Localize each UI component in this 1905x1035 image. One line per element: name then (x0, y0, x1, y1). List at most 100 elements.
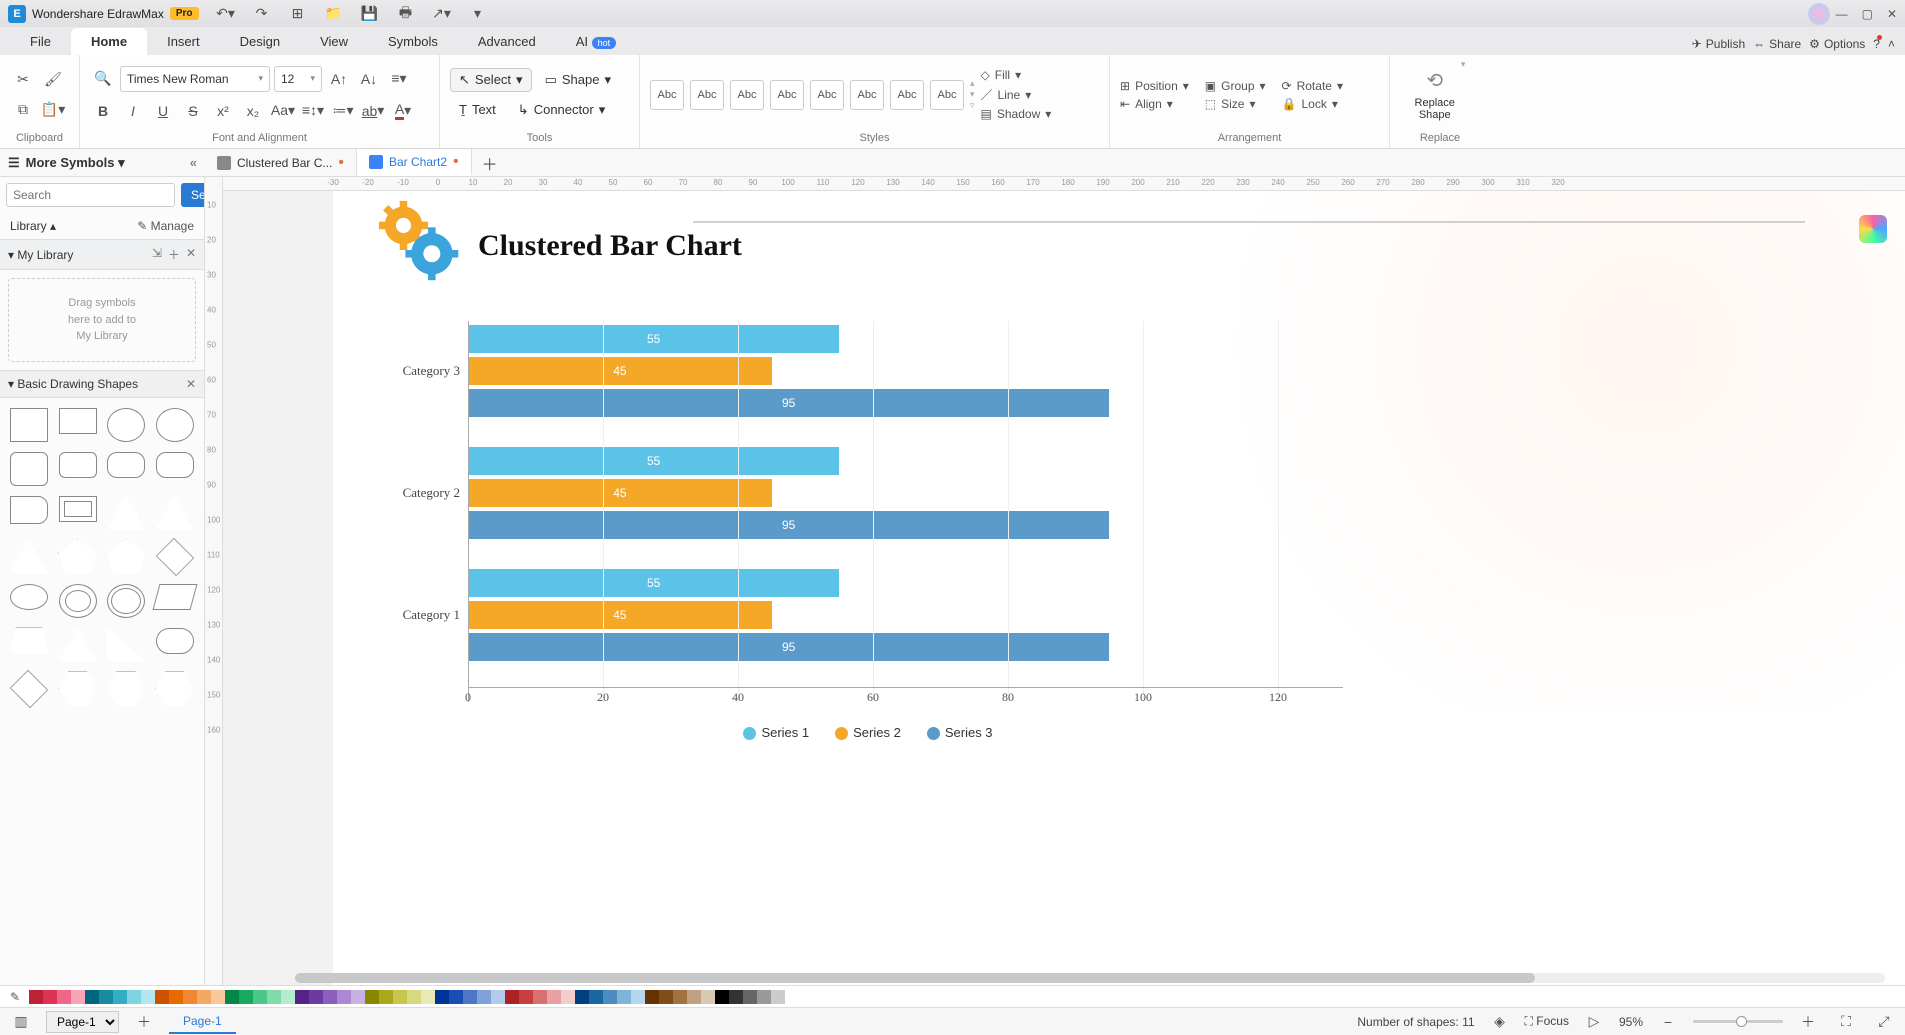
menu-symbols[interactable]: Symbols (368, 28, 458, 55)
palette-swatch[interactable] (57, 990, 71, 1004)
cut-icon[interactable]: ✂ (10, 67, 36, 93)
palette-swatch[interactable] (687, 990, 701, 1004)
palette-swatch[interactable] (617, 990, 631, 1004)
palette-swatch[interactable] (435, 990, 449, 1004)
menu-insert[interactable]: Insert (147, 28, 220, 55)
close-icon[interactable]: ✕ (1887, 7, 1897, 21)
bar-series-3[interactable]: 95 (468, 511, 1109, 539)
shape-half-round[interactable] (10, 496, 48, 524)
options-button[interactable]: ⚙Options (1809, 37, 1865, 51)
palette-swatch[interactable] (183, 990, 197, 1004)
palette-swatch[interactable] (449, 990, 463, 1004)
close-basic-icon[interactable]: ✕ (186, 377, 196, 391)
palette-swatch[interactable] (393, 990, 407, 1004)
bar-series-2[interactable]: 45 (468, 357, 772, 385)
italic-icon[interactable]: I (120, 98, 146, 124)
shape-parallelogram[interactable] (152, 584, 197, 610)
new-icon[interactable]: ⊞ (285, 1, 311, 27)
lock-button[interactable]: 🔒Lock ▾ (1282, 97, 1343, 111)
paste-icon[interactable]: 📋▾ (40, 97, 66, 123)
bar-series-1[interactable]: 55 (468, 569, 839, 597)
palette-swatch[interactable] (141, 990, 155, 1004)
add-page-icon[interactable]: ＋ (131, 1009, 157, 1035)
gallery-up-icon[interactable]: ▴ (970, 78, 975, 89)
doc-tab-1[interactable]: Clustered Bar C...• (205, 149, 357, 176)
rotate-button[interactable]: ⟳Rotate ▾ (1282, 79, 1343, 93)
format-painter-icon[interactable]: 🖌 (40, 67, 66, 93)
palette-swatch[interactable] (309, 990, 323, 1004)
palette-swatch[interactable] (491, 990, 505, 1004)
palette-swatch[interactable] (169, 990, 183, 1004)
shape-tool[interactable]: ▭Shape ▾ (536, 68, 620, 92)
style-preset[interactable]: Abc (850, 80, 884, 110)
bold-icon[interactable]: B (90, 98, 116, 124)
palette-swatch[interactable] (71, 990, 85, 1004)
shape-donut[interactable] (59, 584, 97, 618)
fit-page-icon[interactable]: ⛶ (1833, 1009, 1859, 1035)
shape-circle[interactable] (107, 408, 145, 442)
style-preset[interactable]: Abc (730, 80, 764, 110)
palette-swatch[interactable] (253, 990, 267, 1004)
shape-ellipse[interactable] (10, 584, 48, 610)
palette-swatch[interactable] (463, 990, 477, 1004)
page-view-icon[interactable]: ▥ (8, 1009, 34, 1035)
horizontal-scrollbar[interactable] (295, 973, 1885, 983)
ai-floating-icon[interactable] (1859, 215, 1887, 243)
font-family-select[interactable]: Times New Roman (120, 66, 270, 92)
redo-icon[interactable]: ↷ (249, 1, 275, 27)
menu-design[interactable]: Design (220, 28, 300, 55)
shape-triangle[interactable] (107, 496, 145, 530)
bar-series-3[interactable]: 95 (468, 633, 1109, 661)
shape-diamond[interactable] (155, 537, 193, 575)
shape-rounded-rect-3[interactable] (156, 452, 194, 478)
group-button[interactable]: ▣Group ▾ (1205, 79, 1266, 93)
palette-swatch[interactable] (589, 990, 603, 1004)
import-lib-icon[interactable]: ⇲ (152, 246, 162, 263)
shape-diamond-2[interactable] (10, 669, 48, 707)
shape-donut-2[interactable] (107, 584, 145, 618)
symbol-search-button[interactable]: Search (181, 183, 205, 207)
palette-swatch[interactable] (267, 990, 281, 1004)
copy-icon[interactable]: ⧉ (10, 97, 36, 123)
palette-swatch[interactable] (407, 990, 421, 1004)
style-preset[interactable]: Abc (930, 80, 964, 110)
publish-button[interactable]: ✈Publish (1692, 37, 1745, 51)
qat-more-icon[interactable]: ▾ (465, 1, 491, 27)
basic-shapes-toggle[interactable]: ▾ Basic Drawing Shapes (8, 377, 138, 391)
gallery-down-icon[interactable]: ▾ (970, 89, 975, 100)
library-label[interactable]: Library ▴ (10, 219, 56, 233)
manage-button[interactable]: ✎ Manage (137, 219, 194, 233)
align-button[interactable]: ⇤Align ▾ (1120, 97, 1189, 111)
palette-swatch[interactable] (225, 990, 239, 1004)
line-button[interactable]: ／Line ▾ (981, 86, 1052, 103)
font-size-select[interactable]: 12 (274, 66, 322, 92)
strike-icon[interactable]: S (180, 98, 206, 124)
shape-pentagon[interactable] (59, 540, 97, 574)
open-icon[interactable]: 📁 (321, 1, 347, 27)
bullets-icon[interactable]: ≔▾ (330, 98, 356, 124)
library-toggle-icon[interactable]: ☰ (8, 155, 20, 171)
select-tool[interactable]: ↖Select ▾ (450, 68, 532, 92)
palette-swatch[interactable] (365, 990, 379, 1004)
palette-swatch[interactable] (211, 990, 225, 1004)
palette-swatch[interactable] (351, 990, 365, 1004)
shape-rounded-rect-2[interactable] (107, 452, 145, 478)
style-preset[interactable]: Abc (690, 80, 724, 110)
minimize-icon[interactable]: — (1836, 7, 1848, 21)
bar-series-3[interactable]: 95 (468, 389, 1109, 417)
menu-home[interactable]: Home (71, 28, 147, 55)
superscript-icon[interactable]: x² (210, 98, 236, 124)
shape-pentagon-2[interactable] (107, 540, 145, 574)
palette-swatch[interactable] (771, 990, 785, 1004)
export-icon[interactable]: ↗▾ (429, 1, 455, 27)
shape-pill[interactable] (156, 628, 194, 654)
font-color-icon[interactable]: A▾ (390, 98, 416, 124)
underline-icon[interactable]: U (150, 98, 176, 124)
legend-item[interactable]: Series 1 (743, 725, 809, 740)
search-font-icon[interactable]: 🔍 (90, 66, 116, 92)
legend-item[interactable]: Series 3 (927, 725, 993, 740)
palette-swatch[interactable] (519, 990, 533, 1004)
palette-swatch[interactable] (533, 990, 547, 1004)
align-para-icon[interactable]: ≡▾ (386, 66, 412, 92)
clustered-bar-chart[interactable]: Category 3554595Category 2554595Category… (393, 321, 1343, 740)
